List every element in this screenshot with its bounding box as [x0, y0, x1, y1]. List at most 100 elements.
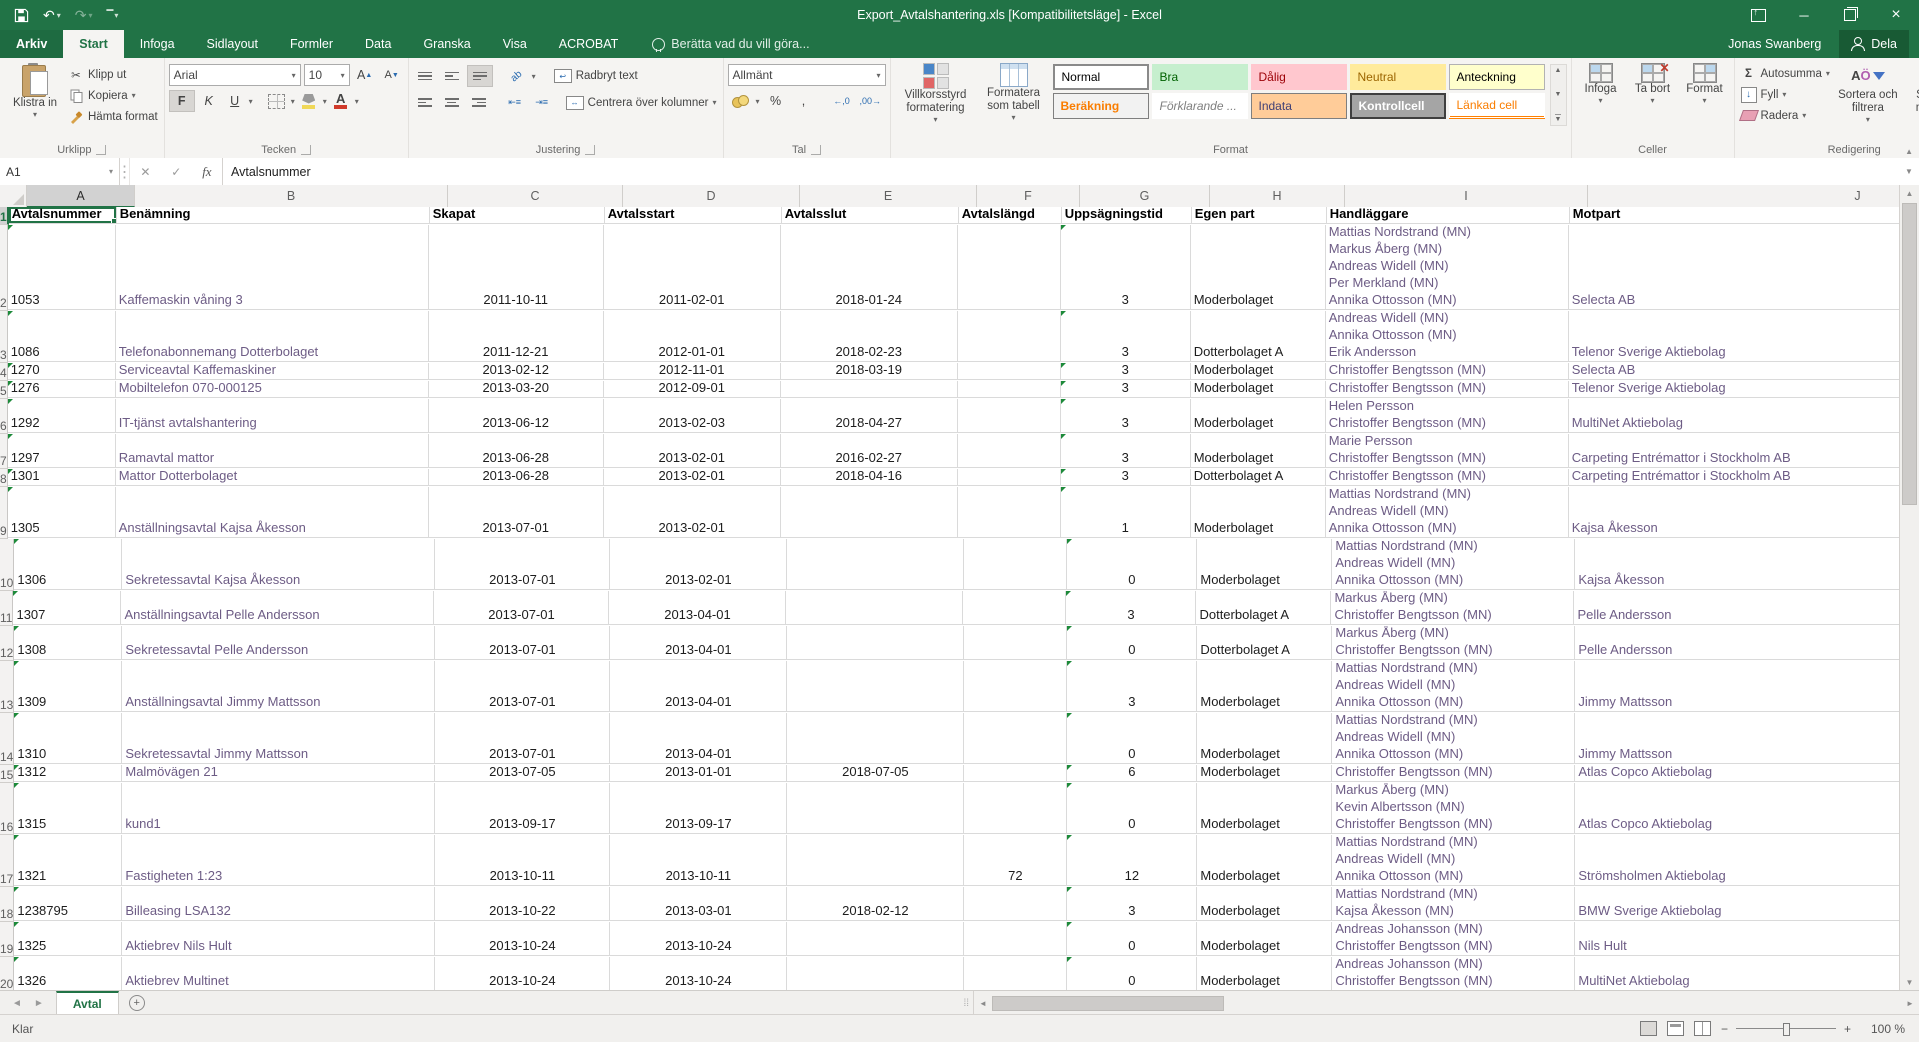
- grid-cell[interactable]: Moderbolaget: [1191, 381, 1326, 398]
- collapse-ribbon-button[interactable]: ▲: [1905, 147, 1913, 156]
- active-cell-a1[interactable]: Avtalsnummer: [9, 207, 117, 224]
- grid-cell[interactable]: [787, 957, 964, 990]
- grid-cell[interactable]: [964, 765, 1067, 782]
- grid-cell[interactable]: [964, 783, 1067, 834]
- grid-cell[interactable]: 1301: [8, 469, 116, 486]
- ribbon-tab-arkiv[interactable]: Arkiv: [0, 30, 63, 58]
- vertical-scroll-thumb[interactable]: [1902, 203, 1917, 505]
- font-color-button[interactable]: A: [329, 91, 353, 111]
- grid-cell[interactable]: 2018-07-05: [787, 765, 964, 782]
- cell-style-normal[interactable]: Normal: [1053, 64, 1149, 90]
- fill-button[interactable]: ↓Fyll▾: [1739, 84, 1832, 105]
- grid-cell[interactable]: Markus Åberg (MN)Christoffer Bengtsson (…: [1331, 591, 1574, 625]
- number-dialog-launcher[interactable]: [811, 145, 821, 155]
- grid-cell[interactable]: 3: [1061, 363, 1191, 380]
- grid-cell[interactable]: 2013-10-11: [610, 835, 787, 886]
- grid-cell[interactable]: 2018-02-23: [781, 311, 958, 362]
- sheet-nav-arrows[interactable]: ◄►: [0, 991, 56, 1015]
- grid-cell[interactable]: Christoffer Bengtsson (MN): [1326, 363, 1569, 380]
- grid-cell[interactable]: Moderbolaget: [1197, 922, 1332, 956]
- merge-center-button[interactable]: ↔Centrera över kolumner▾: [564, 92, 719, 113]
- grid-cell[interactable]: [958, 487, 1061, 538]
- grid-cell[interactable]: 2013-07-01: [429, 487, 604, 538]
- ribbon-tab-start[interactable]: Start: [63, 30, 123, 58]
- sheet-tab-avtal[interactable]: Avtal: [56, 991, 119, 1015]
- grid-cell[interactable]: 0: [1067, 713, 1197, 764]
- grid-cell[interactable]: Helen PerssonChristoffer Bengtsson (MN): [1326, 399, 1569, 433]
- grid-cell[interactable]: Sekretessavtal Jimmy Mattsson: [122, 713, 435, 764]
- grid-cell[interactable]: 0: [1067, 922, 1197, 956]
- shrink-font-button[interactable]: A▼: [380, 65, 404, 85]
- align-bottom-button[interactable]: [467, 65, 493, 87]
- grid-cell[interactable]: [964, 626, 1067, 660]
- ribbon-tab-infoga[interactable]: Infoga: [124, 30, 191, 58]
- grid-cell[interactable]: Motpart: [1570, 207, 1900, 224]
- grid-cell[interactable]: Sekretessavtal Pelle Andersson: [122, 626, 435, 660]
- sheet-nav-right-icon[interactable]: ►: [34, 998, 44, 1009]
- grid-cell[interactable]: [781, 487, 958, 538]
- zoom-out-icon[interactable]: −: [1721, 1022, 1728, 1036]
- grid-cell[interactable]: Mattor Dotterbolaget: [116, 469, 429, 486]
- zoom-slider-knob[interactable]: [1783, 1023, 1790, 1036]
- align-center-button[interactable]: [440, 93, 464, 113]
- grid-cell[interactable]: 2011-12-21: [429, 311, 604, 362]
- grid-cell[interactable]: 2013-10-24: [610, 922, 787, 956]
- grid-cell[interactable]: 2013-10-11: [435, 835, 610, 886]
- insert-cells-button[interactable]: Infoga▾: [1576, 60, 1626, 108]
- grid-cell[interactable]: 2013-02-01: [604, 487, 781, 538]
- grid-cell[interactable]: Serviceavtal Kaffemaskiner: [116, 363, 429, 380]
- ribbon-display-options-button[interactable]: [1735, 0, 1781, 30]
- grid-cell[interactable]: 2013-03-01: [610, 887, 787, 921]
- scroll-right-arrow[interactable]: ►: [1901, 999, 1919, 1008]
- grid-cell[interactable]: Kaffemaskin våning 3: [116, 225, 429, 310]
- grid-cell[interactable]: Dotterbolaget A: [1191, 469, 1326, 486]
- close-button[interactable]: ×: [1873, 0, 1919, 30]
- grid-cell[interactable]: Skapat: [430, 207, 605, 224]
- cell-style-l-nkad-cell[interactable]: Länkad cell: [1449, 93, 1545, 119]
- grid-cell[interactable]: Carpeting Entrémattor i Stockholm AB: [1569, 469, 1900, 486]
- grid-cell[interactable]: 72: [964, 835, 1067, 886]
- cell-style-indata[interactable]: Indata: [1251, 93, 1347, 119]
- grid-cell[interactable]: 3: [1061, 469, 1191, 486]
- grid-cell[interactable]: Pelle Andersson: [1575, 626, 1900, 660]
- row-header-17[interactable]: 17: [0, 835, 14, 887]
- grid-cell[interactable]: Mattias Nordstrand (MN)Kajsa Åkesson (MN…: [1332, 887, 1575, 921]
- grid-cell[interactable]: 3: [1067, 661, 1197, 712]
- grid-cell[interactable]: Jimmy Mattsson: [1575, 661, 1900, 712]
- horizontal-scrollbar[interactable]: ◄ ►: [973, 991, 1919, 1015]
- row-header-5[interactable]: 5: [0, 381, 8, 399]
- grid-cell[interactable]: MultiNet Aktiebolag: [1569, 399, 1900, 433]
- account-user-name[interactable]: Jonas Swanberg: [1728, 37, 1821, 51]
- cell-style-bra[interactable]: Bra: [1152, 64, 1248, 90]
- align-middle-button[interactable]: [440, 66, 464, 86]
- grid-cell[interactable]: Christoffer Bengtsson (MN): [1326, 381, 1569, 398]
- sheet-nav-left-icon[interactable]: ◄: [12, 998, 22, 1009]
- grid-cell[interactable]: [964, 887, 1067, 921]
- row-header-19[interactable]: 19: [0, 922, 14, 957]
- grid-cell[interactable]: 2013-04-01: [609, 591, 786, 625]
- cell-style-d-lig[interactable]: Dålig: [1251, 64, 1347, 90]
- grid-cell[interactable]: Jimmy Mattsson: [1575, 713, 1900, 764]
- grid-cell[interactable]: Dotterbolaget A: [1191, 311, 1326, 362]
- select-all-corner[interactable]: [0, 185, 27, 207]
- increase-decimal-button[interactable]: ←,0: [830, 91, 854, 111]
- grid-cell[interactable]: 1315: [14, 783, 122, 834]
- comma-style-button[interactable]: ,: [792, 91, 816, 111]
- grid-cell[interactable]: 1053: [8, 225, 116, 310]
- grid-cell[interactable]: Moderbolaget: [1191, 487, 1326, 538]
- grid-cell[interactable]: 2018-01-24: [781, 225, 958, 310]
- row-header-6[interactable]: 6: [0, 399, 8, 434]
- grid-cell[interactable]: [958, 399, 1061, 433]
- grid-cell[interactable]: Atlas Copco Aktiebolag: [1575, 783, 1900, 834]
- grid-cell[interactable]: 3: [1061, 434, 1191, 468]
- grid-cell[interactable]: Mattias Nordstrand (MN)Markus Åberg (MN)…: [1326, 225, 1569, 310]
- grow-font-button[interactable]: A▲: [353, 65, 377, 85]
- accounting-format-button[interactable]: [728, 91, 752, 111]
- scroll-down-arrow[interactable]: ▼: [1906, 974, 1914, 990]
- scroll-up-arrow[interactable]: ▲: [1906, 185, 1914, 201]
- ribbon-tab-visa[interactable]: Visa: [487, 30, 543, 58]
- grid-cell[interactable]: Fastigheten 1:23: [122, 835, 435, 886]
- grid-cell[interactable]: Moderbolaget: [1191, 399, 1326, 433]
- grid-cell[interactable]: [787, 626, 964, 660]
- grid-cell[interactable]: 3: [1061, 381, 1191, 398]
